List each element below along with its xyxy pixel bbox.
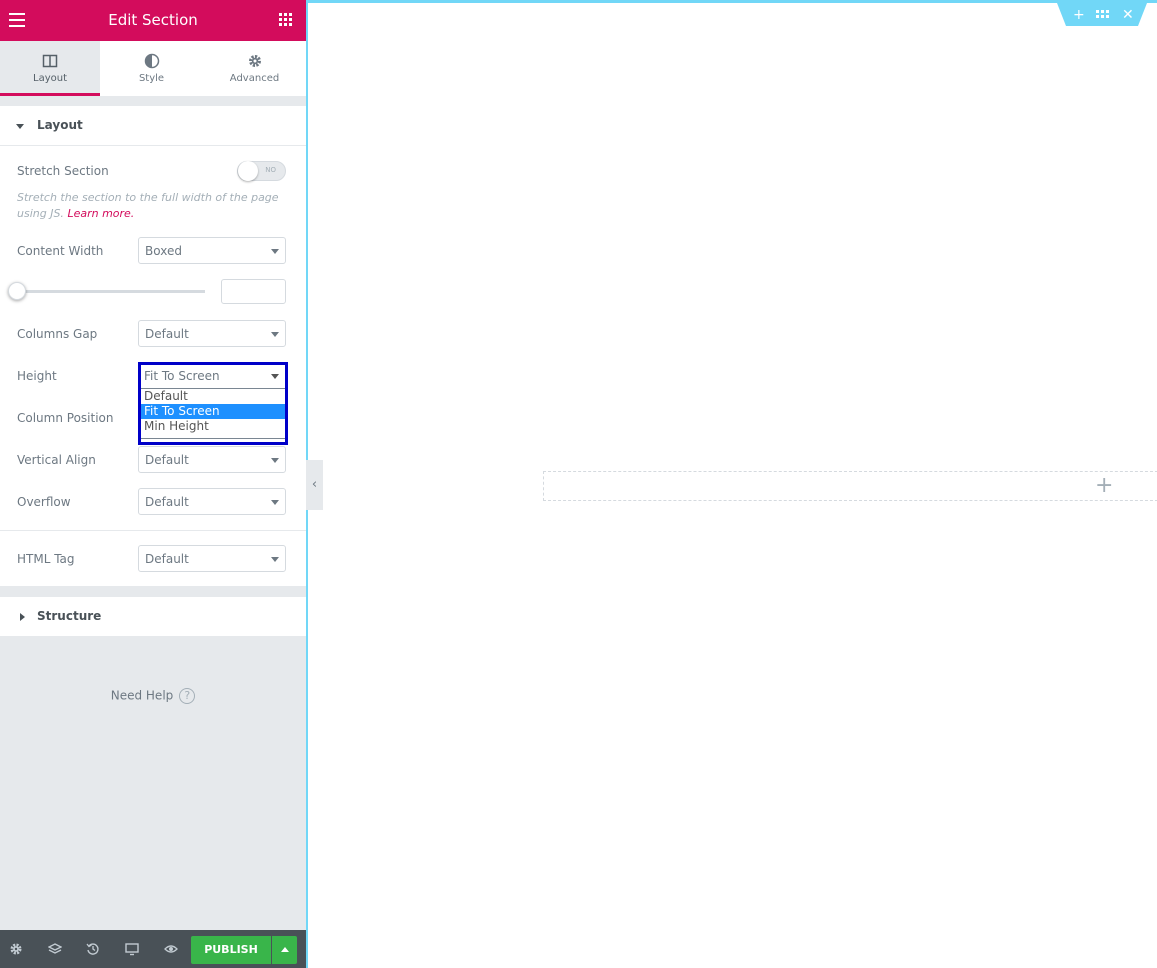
panel-footer: PUBLISH [0,930,306,968]
columns-icon [42,54,58,68]
need-help-link[interactable]: Need Help? [0,688,306,704]
width-value-input[interactable] [221,279,286,304]
add-widget-icon[interactable]: + [1095,474,1113,498]
columns-gap-select[interactable]: Default [138,320,286,347]
chevron-left-icon: ‹ [311,477,318,492]
toggle-knob [238,161,258,181]
chevron-down-icon [271,458,279,463]
history-icon[interactable] [86,942,100,956]
height-label: Height [17,369,57,383]
width-slider-track[interactable] [17,290,205,293]
chevron-down-icon [271,557,279,562]
tab-advanced-label: Advanced [229,73,280,84]
gear-icon [248,55,261,67]
vertical-align-select[interactable]: Default [138,446,286,473]
caret-down-icon [16,124,24,129]
section-handle: + ✕ [1057,3,1147,26]
contrast-icon [144,53,159,69]
content-width-select[interactable]: Boxed [138,237,286,264]
tab-style-label: Style [138,73,165,84]
structure-section-title: Structure [37,609,102,623]
overflow-select[interactable]: Default [138,488,286,515]
tab-advanced[interactable]: Advanced [203,41,306,96]
panel-tabs: Layout Style Advanced [0,41,306,96]
publish-options-button[interactable] [272,936,297,964]
structure-section-header[interactable]: Structure [0,597,306,637]
chevron-down-icon [271,500,279,505]
add-section-icon[interactable]: + [1073,5,1085,25]
need-help-label: Need Help [110,688,174,703]
html-tag-select[interactable]: Default [138,545,286,572]
caret-up-icon [281,947,289,952]
tab-layout[interactable]: Layout [0,41,100,96]
width-slider-handle[interactable] [8,282,26,300]
layout-section-title: Layout [37,118,83,132]
preview-eye-icon[interactable] [164,942,178,956]
content-width-label: Content Width [17,244,104,258]
section-divider [0,530,306,531]
tab-layout-label: Layout [33,73,67,84]
html-tag-value: Default [145,552,189,566]
navigator-layers-icon[interactable] [48,942,62,956]
content-width-value: Boxed [145,244,182,258]
publish-button[interactable]: PUBLISH [191,936,271,964]
editor-panel: Edit Section Layout Style Advanced Layou… [0,0,306,968]
delete-section-icon[interactable]: ✕ [1122,5,1134,25]
stretch-description-text: Stretch the section to the full width of… [17,191,279,220]
layout-section-header[interactable]: Layout [0,106,306,146]
drag-handle-icon[interactable] [1096,10,1110,19]
panel-header: Edit Section [0,0,306,41]
tab-style[interactable]: Style [100,41,203,96]
caret-right-icon [20,613,25,621]
question-icon: ? [179,688,196,704]
vertical-align-label: Vertical Align [17,453,96,467]
settings-icon[interactable] [9,942,23,956]
toggle-state-text: NO [265,166,276,174]
chevron-down-icon [271,332,279,337]
panel-spacer [0,96,306,106]
empty-column-placeholder[interactable]: + [543,471,1157,501]
stretch-description: Stretch the section to the full width of… [17,190,292,222]
learn-more-link[interactable]: Learn more. [67,207,134,220]
responsive-desktop-icon[interactable] [125,942,139,956]
height-dropdown-focus-outline [138,362,288,445]
columns-gap-value: Default [145,327,189,341]
stretch-section-toggle[interactable]: NO [237,161,286,181]
html-tag-label: HTML Tag [17,552,75,566]
collapse-panel-tab[interactable]: ‹ [306,460,323,510]
column-position-label: Column Position [17,411,114,425]
widgets-grid-icon[interactable] [279,13,292,26]
overflow-value: Default [145,495,189,509]
stretch-section-label: Stretch Section [17,164,109,178]
vertical-align-value: Default [145,453,189,467]
overflow-label: Overflow [17,495,71,509]
chevron-down-icon [271,249,279,254]
section-top-border [306,0,1157,3]
columns-gap-label: Columns Gap [17,327,98,341]
panel-title: Edit Section [108,11,198,29]
